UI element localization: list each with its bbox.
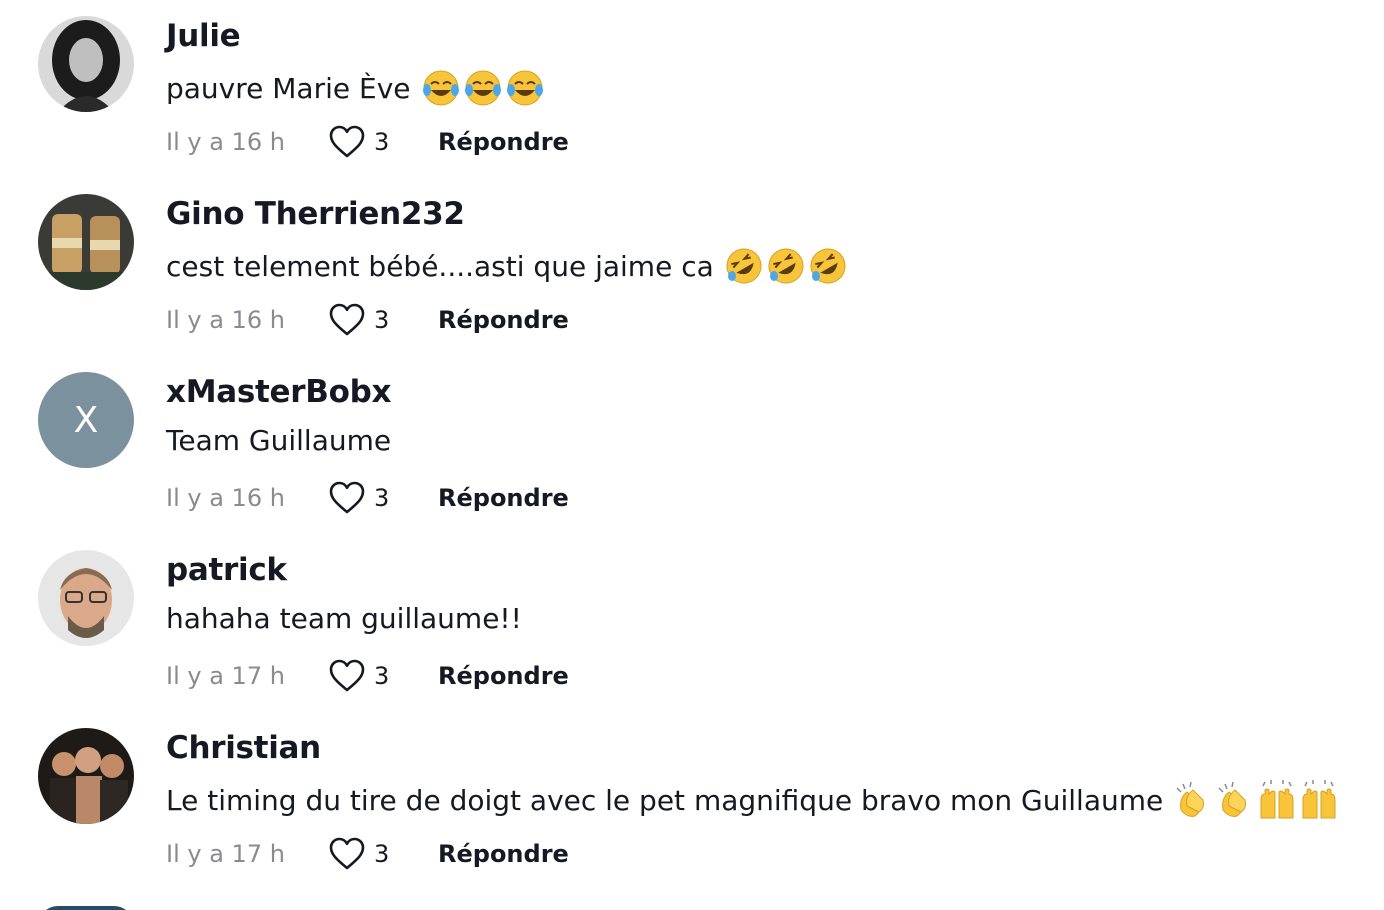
avatar-photo-icon (38, 194, 134, 290)
avatar-photo-icon (38, 16, 134, 112)
avatar-photo-icon (38, 550, 134, 646)
avatar[interactable] (38, 194, 134, 290)
reply-button[interactable]: Répondre (438, 662, 569, 690)
tears-of-joy-icon (463, 68, 503, 108)
clapping-hands-icon (1173, 780, 1213, 820)
emoji-group (421, 68, 547, 108)
reply-button[interactable]: Répondre (438, 840, 569, 868)
comment-username[interactable]: Julie (166, 18, 241, 54)
heart-icon (329, 125, 365, 158)
avatar[interactable] (38, 906, 134, 910)
comment-text: pauvre Marie Ève (166, 68, 547, 108)
comment-item: Julie pauvre Marie Ève Il y a 16 h 3 Rép… (0, 0, 1384, 178)
avatar-photo-icon (38, 728, 134, 824)
comment-meta: Il y a 17 h 3 Répondre (166, 656, 569, 696)
clapping-hands-icon (1215, 780, 1255, 820)
comment-meta: Il y a 17 h 3 Répondre (166, 834, 569, 874)
like-count: 3 (374, 306, 390, 334)
like-button[interactable]: 3 (328, 837, 438, 871)
like-count: 3 (374, 128, 390, 156)
comment-text-content: Le timing du tire de doigt avec le pet m… (166, 783, 1164, 817)
avatar-letter: X (38, 372, 134, 468)
comment-time: Il y a 16 h (166, 128, 285, 156)
comment-item: Christian Le timing du tire de doigt ave… (0, 712, 1384, 890)
heart-icon (329, 659, 365, 692)
comment-item: Gino Therrien232 cest telement bébé....a… (0, 178, 1384, 356)
heart-icon (329, 481, 365, 514)
like-button[interactable]: 3 (328, 659, 438, 693)
raising-hands-icon (1299, 780, 1339, 820)
heart-icon (329, 303, 365, 336)
comment-username[interactable]: patrick (166, 552, 287, 588)
comment-username[interactable]: xMasterBobx (166, 374, 391, 410)
comment-item: patrick hahaha team guillaume!! Il y a 1… (0, 534, 1384, 712)
avatar[interactable] (38, 16, 134, 112)
avatar[interactable] (38, 550, 134, 646)
comment-text-content: hahaha team guillaume!! (166, 602, 522, 635)
comment-item: X xMasterBobx Team Guillaume Il y a 16 h… (0, 356, 1384, 534)
comment-time: Il y a 17 h (166, 662, 285, 690)
like-count: 3 (374, 484, 390, 512)
like-button[interactable]: 3 (328, 481, 438, 515)
tears-of-joy-icon (421, 68, 461, 108)
rofl-icon (808, 246, 848, 286)
reply-button[interactable]: Répondre (438, 128, 569, 156)
comment-username[interactable]: Gino Therrien232 (166, 196, 465, 232)
comment-meta: Il y a 16 h 3 Répondre (166, 478, 569, 518)
avatar[interactable]: X (38, 372, 134, 468)
heart-icon (329, 837, 365, 870)
rofl-icon (766, 246, 806, 286)
comment-time: Il y a 17 h (166, 840, 285, 868)
comment-text-content: pauvre Marie Ève (166, 71, 411, 105)
comment-list: Julie pauvre Marie Ève Il y a 16 h 3 Rép… (0, 0, 1384, 910)
comment-text: cest telement bébé....asti que jaime ca (166, 246, 850, 286)
like-button[interactable]: 3 (328, 303, 438, 337)
comment-meta: Il y a 16 h 3 Répondre (166, 122, 569, 162)
comment-username[interactable]: Christian (166, 730, 321, 766)
comment-text: Team Guillaume (166, 424, 391, 457)
emoji-group (1173, 780, 1341, 820)
comment-text-content: cest telement bébé....asti que jaime ca (166, 249, 714, 283)
like-button[interactable]: 3 (328, 125, 438, 159)
raising-hands-icon (1257, 780, 1297, 820)
reply-button[interactable]: Répondre (438, 484, 569, 512)
reply-button[interactable]: Répondre (438, 306, 569, 334)
avatar[interactable] (38, 728, 134, 824)
comment-text: hahaha team guillaume!! (166, 602, 522, 635)
comment-time: Il y a 16 h (166, 306, 285, 334)
tears-of-joy-icon (505, 68, 545, 108)
like-count: 3 (374, 662, 390, 690)
comment-time: Il y a 16 h (166, 484, 285, 512)
comment-text-content: Team Guillaume (166, 424, 392, 457)
comment-text: Le timing du tire de doigt avec le pet m… (166, 780, 1341, 820)
comment-meta: Il y a 16 h 3 Répondre (166, 300, 569, 340)
rofl-icon (724, 246, 764, 286)
like-count: 3 (374, 840, 390, 868)
emoji-group (724, 246, 850, 286)
